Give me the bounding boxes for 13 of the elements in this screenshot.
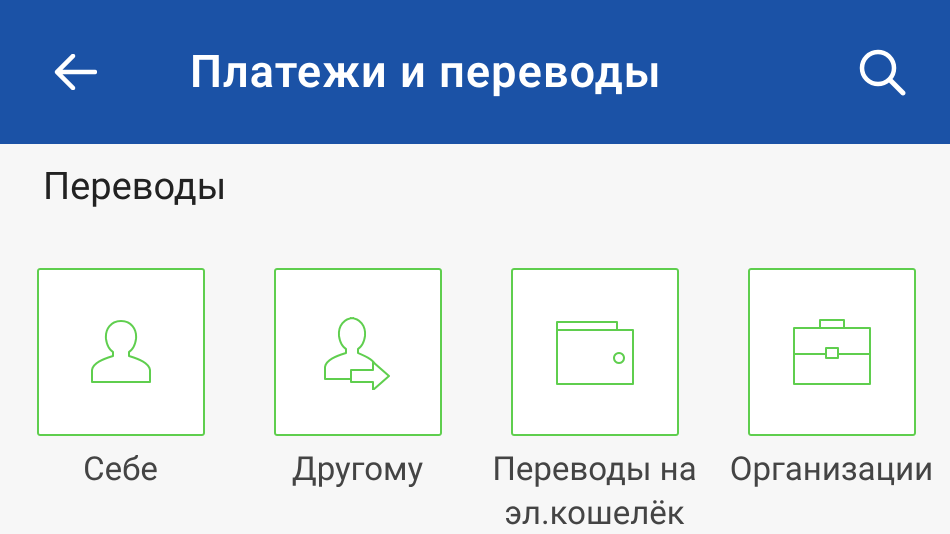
screen-title: Платежи и переводы	[190, 44, 662, 100]
transfer-tile[interactable]	[36, 268, 204, 436]
transfer-tile[interactable]	[274, 268, 442, 436]
tile-label: Организации	[728, 448, 934, 490]
tile-label: Другому	[290, 448, 424, 490]
back-arrow-icon	[53, 54, 97, 90]
search-icon	[857, 47, 907, 97]
transfer-tile[interactable]	[748, 268, 916, 436]
transfer-tile[interactable]	[510, 268, 678, 436]
section-title: Переводы	[43, 164, 228, 211]
tile-label: Себе	[82, 448, 159, 490]
tile-label: Переводы на эл.кошелёк	[491, 448, 698, 534]
briefcase-icon	[792, 318, 872, 386]
